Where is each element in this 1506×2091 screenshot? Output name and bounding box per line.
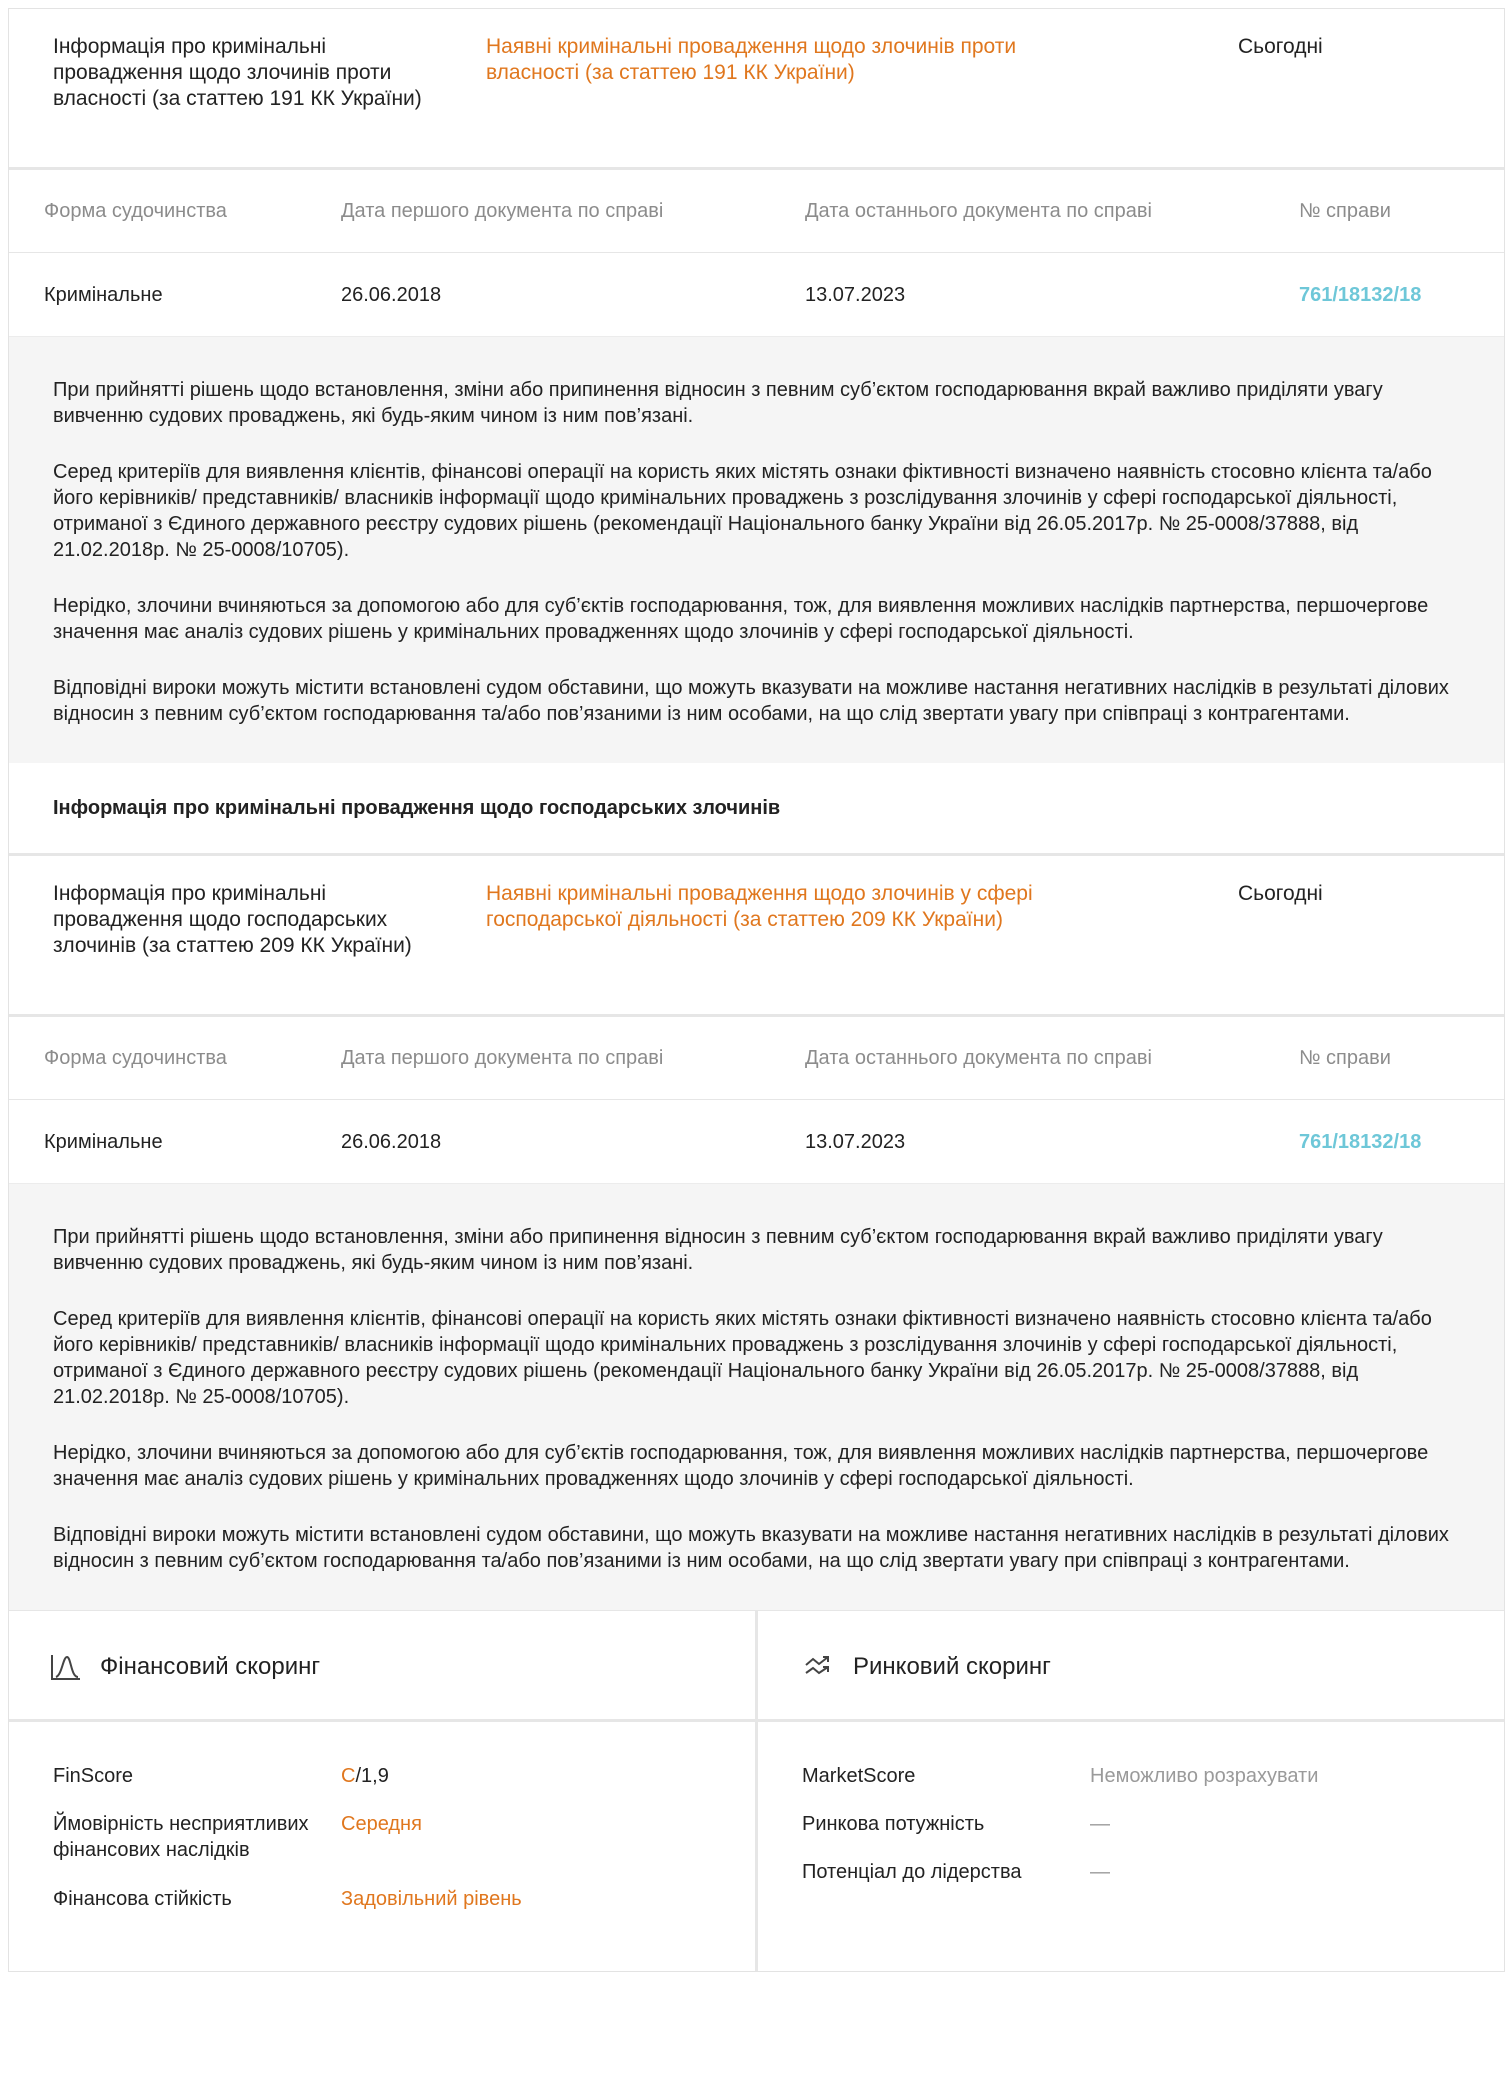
market-scoring-title: Ринковий скоринг (853, 1653, 1051, 1680)
finscore-label: FinScore (53, 1765, 134, 1787)
marketscore-label: MarketScore (802, 1765, 916, 1787)
info-paragraph: Серед критеріїв для виявлення клієнтів, … (53, 461, 1432, 561)
scoring-block: Фінансовий скоринг FinScore C/1,9 Ймовір… (9, 1610, 1504, 1971)
report-page: Інформація про кримінальні провадження щ… (8, 8, 1505, 1972)
column-form: Форма судочинства (44, 1047, 227, 1069)
case-number-link[interactable]: 761/18132/18 (1299, 1131, 1421, 1154)
chart-peak-icon (51, 1655, 80, 1680)
column-form: Форма судочинства (44, 200, 227, 222)
info-paragraph: Нерідко, злочини вчиняються за допомогою… (53, 595, 1429, 643)
column-last-date: Дата останнього документа по справі (805, 1047, 1152, 1069)
table-header: Форма судочинства Дата першого документа… (9, 170, 1504, 253)
market-scoring-header: Ринковий скоринг (758, 1611, 1504, 1722)
market-power-label: Ринкова потужність (802, 1813, 985, 1835)
table-header: Форма судочинства Дата першого документа… (9, 1017, 1504, 1100)
market-scoring-panel: Ринковий скоринг MarketScore Неможливо р… (758, 1611, 1504, 1971)
financial-scoring-panel: Фінансовий скоринг FinScore C/1,9 Ймовір… (9, 1611, 758, 1971)
financial-stability-label: Фінансова стійкість (53, 1888, 232, 1910)
info-paragraph: При прийнятті рішень щодо встановлення, … (53, 379, 1383, 427)
cell-last-date: 13.07.2023 (805, 1131, 906, 1153)
info-paragraph: Відповідні вироки можуть містити встанов… (53, 1524, 1449, 1572)
cell-first-date: 26.06.2018 (341, 1131, 442, 1153)
criminal-191-link[interactable]: Наявні кримінальні провадження щодо злоч… (486, 34, 1106, 86)
market-power-value: — (1090, 1813, 1110, 1835)
cell-first-date: 26.06.2018 (341, 284, 442, 306)
info-paragraph: Відповідні вироки можуть містити встанов… (53, 677, 1449, 725)
column-case-number: № справи (1299, 1047, 1391, 1069)
table-row: Кримінальне 26.06.2018 13.07.2023 761/18… (9, 1100, 1504, 1183)
leadership-potential-value: — (1090, 1861, 1110, 1883)
economic-crimes-title: Інформація про кримінальні провадження щ… (53, 797, 781, 819)
cell-last-date: 13.07.2023 (805, 284, 906, 306)
cell-form: Кримінальне (44, 1131, 163, 1153)
column-first-date: Дата першого документа по справі (341, 1047, 664, 1069)
criminal-209-header: Інформація про кримінальні провадження щ… (9, 856, 1504, 1017)
info-paragraph: При прийнятті рішень щодо встановлення, … (53, 1226, 1383, 1274)
column-first-date: Дата першого документа по справі (341, 200, 664, 222)
trend-arrows-icon (805, 1656, 829, 1675)
case-number-link[interactable]: 761/18132/18 (1299, 284, 1421, 307)
financial-stability-value: Задовільний рівень (341, 1888, 522, 1910)
marketscore-value: Неможливо розрахувати (1090, 1765, 1319, 1787)
criminal-209-label: Інформація про кримінальні провадження щ… (53, 882, 412, 957)
criminal-191-header: Інформація про кримінальні провадження щ… (9, 9, 1504, 170)
financial-scoring-header: Фінансовий скоринг (9, 1611, 755, 1722)
criminal-191-label: Інформація про кримінальні провадження щ… (53, 35, 422, 110)
leadership-potential-label: Потенціал до лідерства (802, 1861, 1022, 1883)
criminal-191-card: Інформація про кримінальні провадження щ… (8, 8, 1505, 1972)
criminal-209-date: Сьогодні (1238, 882, 1323, 905)
column-case-number: № справи (1299, 200, 1391, 222)
adverse-probability-value: Середня (341, 1813, 422, 1835)
adverse-probability-label: Ймовірність несприятливих фінансових нас… (53, 1813, 309, 1861)
cell-form: Кримінальне (44, 284, 163, 306)
criminal-209-link[interactable]: Наявні кримінальні провадження щодо злоч… (486, 881, 1106, 933)
section-title: Інформація про кримінальні провадження щ… (9, 763, 1504, 856)
table-row: Кримінальне 26.06.2018 13.07.2023 761/18… (9, 253, 1504, 336)
criminal-191-date: Сьогодні (1238, 35, 1323, 58)
info-paragraph: Серед критеріїв для виявлення клієнтів, … (53, 1308, 1432, 1408)
finscore-number: /1,9 (355, 1765, 389, 1787)
financial-scoring-title: Фінансовий скоринг (100, 1653, 321, 1680)
info-panel: При прийнятті рішень щодо встановлення, … (9, 1183, 1504, 1610)
finscore-value: C/1,9 (341, 1763, 389, 1789)
info-panel: При прийнятті рішень щодо встановлення, … (9, 336, 1504, 763)
info-paragraph: Нерідко, злочини вчиняються за допомогою… (53, 1442, 1429, 1490)
column-last-date: Дата останнього документа по справі (805, 200, 1152, 222)
finscore-grade: C (341, 1765, 356, 1787)
